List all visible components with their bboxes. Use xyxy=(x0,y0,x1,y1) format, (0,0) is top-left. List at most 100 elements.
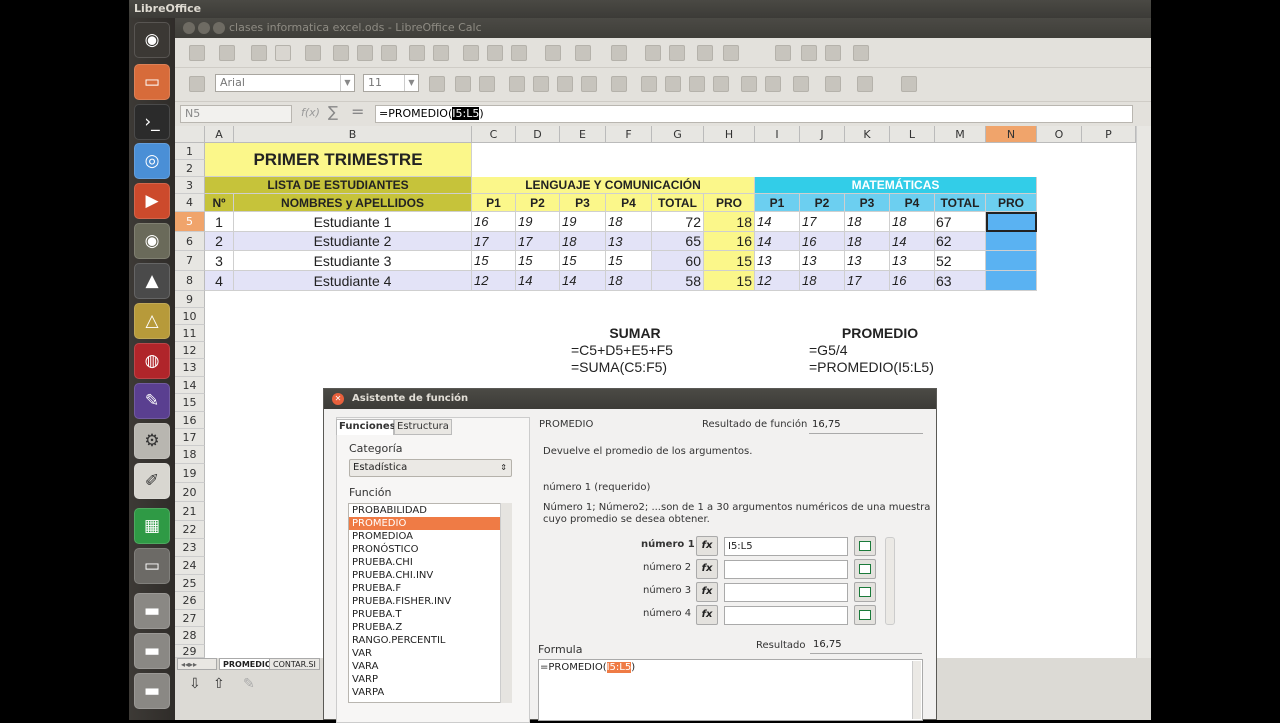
list-item[interactable]: PRUEBA.Z xyxy=(349,621,511,634)
row-header-18[interactable]: 18 xyxy=(175,446,205,464)
no-cell[interactable]: 3 xyxy=(205,251,234,271)
sum-icon[interactable]: ∑ xyxy=(328,103,338,121)
list-item[interactable]: VARPA xyxy=(349,686,511,699)
calc-icon[interactable]: ▦ xyxy=(134,508,170,544)
cut-icon[interactable] xyxy=(463,45,479,61)
column-header-L[interactable]: L xyxy=(890,126,935,143)
name-cell[interactable]: Estudiante 3 xyxy=(234,251,472,271)
row-header-7[interactable]: 7 xyxy=(175,251,205,271)
fx-button-2[interactable]: fx xyxy=(696,559,718,579)
math-p4-cell[interactable]: 13 xyxy=(890,251,935,271)
name-cell[interactable]: Estudiante 2 xyxy=(234,232,472,251)
close-window-button[interactable] xyxy=(183,22,195,34)
math-total-cell[interactable]: 63 xyxy=(935,271,986,291)
font-color-icon[interactable] xyxy=(857,76,873,92)
math-total-cell[interactable]: 67 xyxy=(935,212,986,232)
copy-icon[interactable] xyxy=(487,45,503,61)
function-icon[interactable]: = xyxy=(351,102,364,121)
function-wizard-icon[interactable]: f(x) xyxy=(301,106,320,119)
row-header-3[interactable]: 3 xyxy=(175,177,205,194)
row-header-22[interactable]: 22 xyxy=(175,521,205,539)
args-scrollbar[interactable] xyxy=(885,537,895,625)
merge-icon[interactable] xyxy=(611,76,627,92)
percent-icon[interactable] xyxy=(665,76,681,92)
row-header-16[interactable]: 16 xyxy=(175,412,205,429)
math-p3-cell[interactable]: 17 xyxy=(845,271,890,291)
list-item[interactable]: PRUEBA.CHI.INV xyxy=(349,569,511,582)
math-p3-cell[interactable]: 13 xyxy=(845,251,890,271)
promedio-title[interactable]: PROMEDIO xyxy=(805,325,955,342)
list-item[interactable]: VARA xyxy=(349,660,511,673)
row-header-25[interactable]: 25 xyxy=(175,575,205,592)
lang-p1-header[interactable]: P1 xyxy=(472,194,516,212)
tab-structure[interactable]: Estructura xyxy=(394,419,452,435)
list-item[interactable]: PRUEBA.F xyxy=(349,582,511,595)
row-header-1[interactable]: 1 xyxy=(175,143,205,160)
math-pro-header[interactable]: PRO xyxy=(986,194,1037,212)
tab-functions[interactable]: Funciones xyxy=(336,419,396,435)
lang-p1-cell[interactable]: 16 xyxy=(472,212,516,232)
row-header-13[interactable]: 13 xyxy=(175,359,205,377)
row-header-4[interactable]: 4 xyxy=(175,194,205,212)
system-settings-icon[interactable]: ⚙ xyxy=(134,423,170,459)
redo-icon[interactable] xyxy=(575,45,591,61)
row-header-23[interactable]: 23 xyxy=(175,539,205,557)
math-pro-cell[interactable] xyxy=(986,232,1037,251)
column-header-M[interactable]: M xyxy=(935,126,986,143)
terminal-icon[interactable]: ›_ xyxy=(134,104,170,140)
col-names-cell[interactable]: NOMBRES y APELLIDOS xyxy=(234,194,472,212)
list-header-cell[interactable]: LISTA DE ESTUDIANTES xyxy=(205,177,472,194)
list-item[interactable]: PRUEBA.CHI xyxy=(349,556,511,569)
lang-pro-cell[interactable]: 16 xyxy=(704,232,755,251)
column-header-G[interactable]: G xyxy=(652,126,704,143)
column-header-D[interactable]: D xyxy=(516,126,560,143)
list-item[interactable]: PRUEBA.T xyxy=(349,608,511,621)
indent-icon[interactable] xyxy=(741,76,757,92)
function-list[interactable]: PROBABILIDAD PROMEDIO PROMEDIOA PRONÓSTI… xyxy=(348,503,512,703)
lang-p3-cell[interactable]: 18 xyxy=(560,232,606,251)
formula-textarea[interactable]: =PROMEDIO(I5:L5) xyxy=(538,659,923,721)
math-header-cell[interactable]: MATEMÁTICAS xyxy=(755,177,1037,194)
lang-p2-header[interactable]: P2 xyxy=(516,194,560,212)
lang-header-cell[interactable]: LENGUAJE Y COMUNICACIÓN xyxy=(472,177,755,194)
arg-3-input[interactable] xyxy=(724,583,848,602)
column-header-J[interactable]: J xyxy=(800,126,845,143)
undo-icon[interactable] xyxy=(545,45,561,61)
math-pro-cell[interactable] xyxy=(986,271,1037,291)
math-pro-cell[interactable] xyxy=(986,251,1037,271)
vertical-scrollbar[interactable] xyxy=(1136,126,1151,658)
math-p2-cell[interactable]: 18 xyxy=(800,271,845,291)
sumar-title[interactable]: SUMAR xyxy=(560,325,710,342)
list-item[interactable]: PRONÓSTICO xyxy=(349,543,511,556)
gallery-icon[interactable] xyxy=(825,45,841,61)
list-item[interactable]: PROBABILIDAD xyxy=(349,504,511,517)
row-header-2[interactable]: 2 xyxy=(175,160,205,177)
outdent-icon[interactable] xyxy=(765,76,781,92)
lang-pro-cell[interactable]: 15 xyxy=(704,271,755,291)
sumar-formula-1[interactable]: =C5+D5+E5+F5 xyxy=(571,342,751,359)
lang-p4-cell[interactable]: 18 xyxy=(606,212,652,232)
row-header-26[interactable]: 26 xyxy=(175,592,205,610)
new-icon[interactable] xyxy=(189,45,205,61)
name-box[interactable]: N5 xyxy=(180,105,292,123)
math-p2-cell[interactable]: 16 xyxy=(800,232,845,251)
navigator-icon[interactable] xyxy=(801,45,817,61)
bold-icon[interactable] xyxy=(429,76,445,92)
arrow-up-icon[interactable]: ⇧ xyxy=(213,676,225,692)
fx-button-3[interactable]: fx xyxy=(696,582,718,602)
column-header-H[interactable]: H xyxy=(704,126,755,143)
list-item[interactable]: RANGO.PERCENTIL xyxy=(349,634,511,647)
function-list-scrollbar[interactable] xyxy=(500,503,512,703)
underline-icon[interactable] xyxy=(479,76,495,92)
math-p2-cell[interactable]: 17 xyxy=(800,212,845,232)
edit-icon[interactable] xyxy=(305,45,321,61)
lang-pro-cell[interactable]: 15 xyxy=(704,251,755,271)
lang-p2-cell[interactable]: 17 xyxy=(516,232,560,251)
math-pro-cell-selected[interactable] xyxy=(986,212,1037,232)
column-header-N[interactable]: N xyxy=(986,126,1037,143)
corner-select-all[interactable] xyxy=(175,126,205,143)
chart-icon[interactable] xyxy=(697,45,713,61)
dash-home-icon[interactable]: ◉ xyxy=(134,22,170,58)
open-icon[interactable] xyxy=(219,45,235,61)
column-header-F[interactable]: F xyxy=(606,126,652,143)
